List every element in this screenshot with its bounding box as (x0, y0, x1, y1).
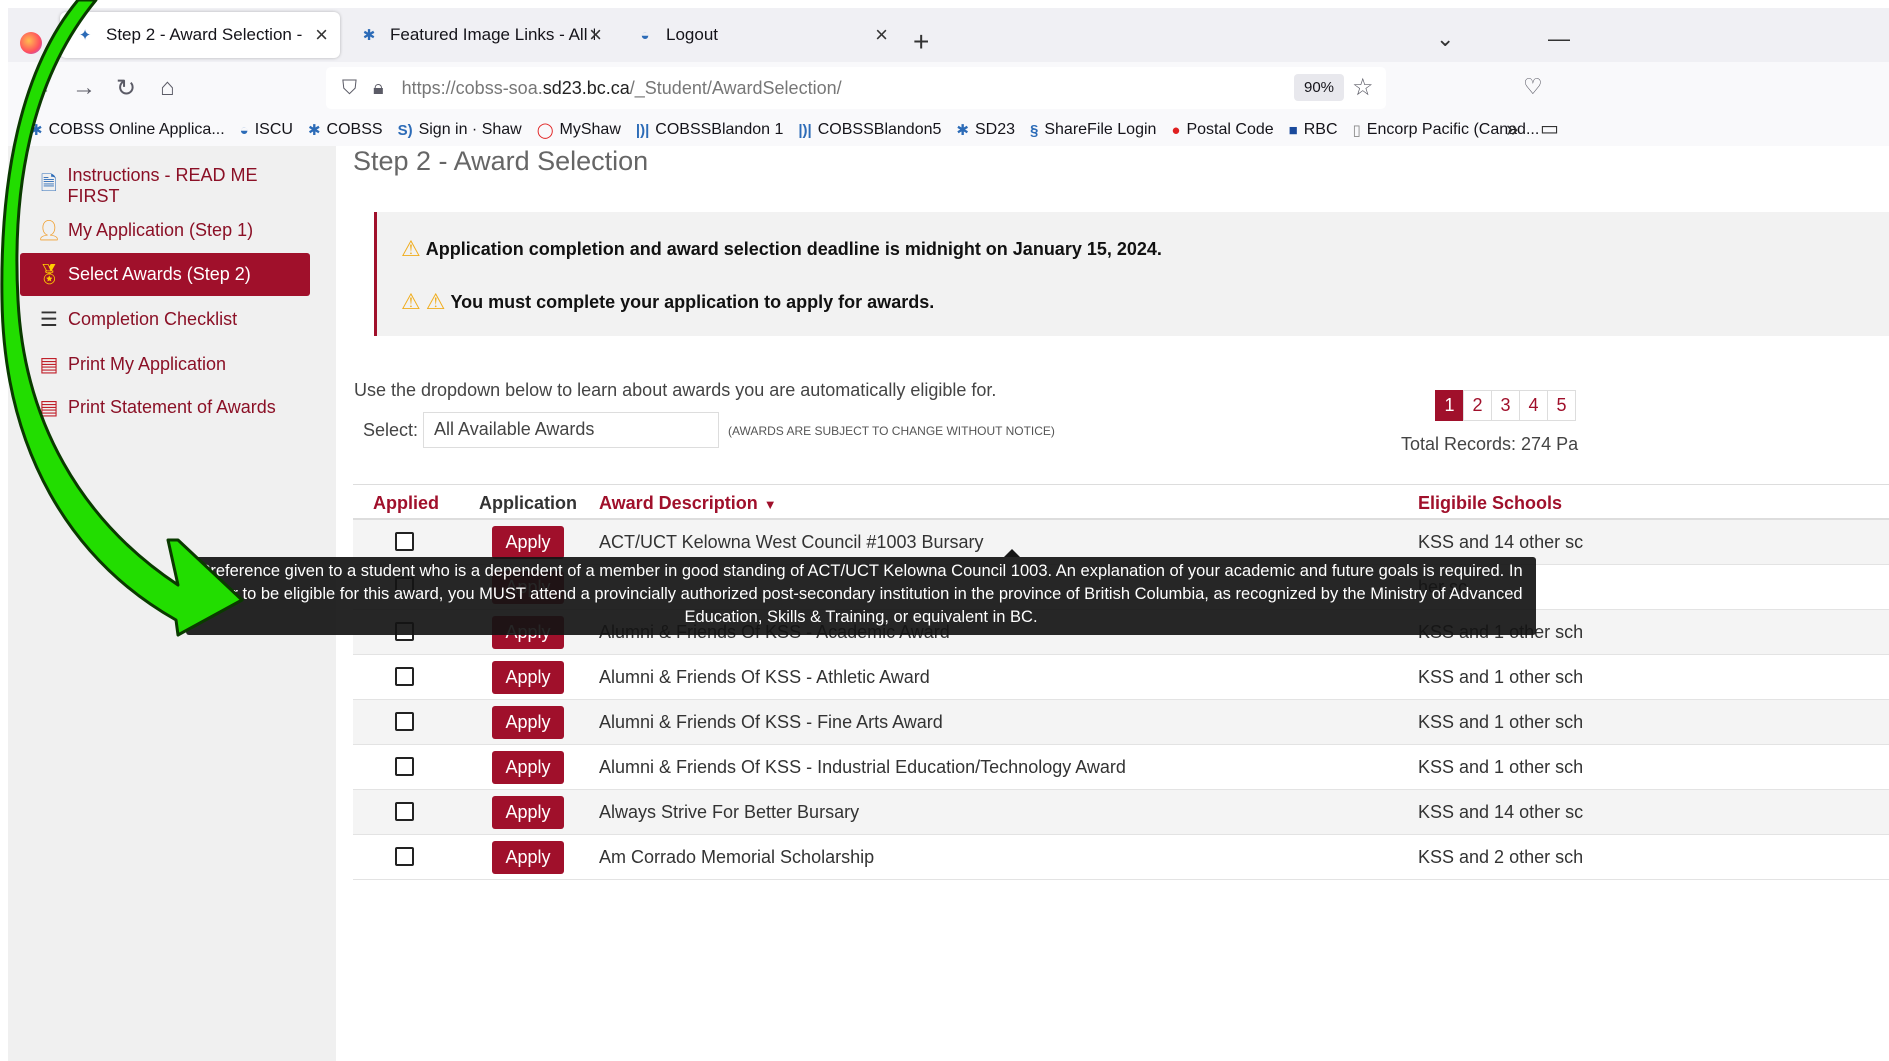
pocket-icon[interactable]: ♡ (1523, 74, 1543, 100)
close-icon[interactable]: × (875, 22, 888, 48)
zoom-level[interactable]: 90% (1294, 74, 1345, 101)
apply-button[interactable]: Apply (492, 706, 564, 739)
award-description[interactable]: Always Strive For Better Bursary (599, 802, 859, 823)
column-award-description[interactable]: Award Description ▼ (599, 493, 777, 514)
cobss-icon: |)| (798, 121, 812, 139)
encorp-icon: ▯ (1352, 122, 1361, 139)
myshaw-icon: ◯ (536, 122, 554, 139)
applied-checkbox[interactable] (395, 847, 414, 866)
page-2-button[interactable]: 2 (1463, 390, 1492, 421)
bookmark-sd23[interactable]: ✱ SD23 (956, 121, 1015, 139)
table-row: Apply Alumni & Friends Of KSS - Fine Arts… (353, 700, 1889, 745)
close-icon[interactable]: × (315, 22, 328, 48)
tab-featured-image-links[interactable]: ✱ Featured Image Links - All Item × (344, 12, 614, 58)
alert-complete-line: ⚠ ⚠ You must complete your application t… (401, 289, 934, 315)
award-description[interactable]: Am Corrado Memorial Scholarship (599, 847, 874, 868)
bookmark-sharefile[interactable]: § ShareFile Login (1030, 121, 1156, 139)
table-row: Apply Always Strive For Better Bursary KSS… (353, 790, 1889, 835)
total-records: Total Records: 274 Pa (1401, 434, 1579, 454)
bookmark-postal-code[interactable]: ● Postal Code (1171, 121, 1273, 139)
postal-icon: ● (1171, 121, 1181, 139)
sort-down-icon[interactable]: ▼ (764, 497, 777, 512)
folder-icon[interactable]: ▭ (1540, 116, 1559, 141)
new-tab-icon[interactable]: + (913, 26, 929, 58)
deadline-alert: ⚠ Application completion and award selec… (374, 212, 1889, 336)
warning-icon: ⚠ (401, 289, 421, 314)
column-applied[interactable]: Applied (373, 493, 439, 514)
award-description[interactable]: ACT/UCT Kelowna West Council #1003 Bursa… (599, 532, 984, 553)
select-label: Select: (363, 420, 419, 440)
page-1-button[interactable]: 1 (1435, 390, 1464, 421)
cobss-icon: ✱ (956, 122, 969, 139)
award-filter-select[interactable]: All Available Awards (423, 412, 719, 448)
eligible-schools: KSS and 1 other sch (1418, 757, 1584, 777)
url-text[interactable]: https://cobss-soa.sd23.bc.ca/_Student/Aw… (402, 78, 842, 99)
page-4-button[interactable]: 4 (1519, 390, 1548, 421)
apply-button[interactable]: Apply (492, 796, 564, 829)
applied-checkbox[interactable] (395, 802, 414, 821)
cobss-icon: |)| (635, 121, 650, 139)
alert-deadline-text: Application completion and award selecti… (425, 238, 1162, 259)
apply-button[interactable]: Apply (492, 841, 564, 874)
bookmark-star-icon[interactable]: ☆ (1352, 73, 1374, 102)
lock-icon[interactable]: 🔒︎ (373, 77, 384, 100)
close-icon[interactable]: × (589, 22, 602, 48)
rbc-icon: ■ (1288, 121, 1298, 139)
warning-icon: ⚠ (425, 289, 446, 314)
tab-title: Featured Image Links - All Item (390, 25, 595, 44)
url-bar[interactable]: ⛉ 🔒︎ https://cobss-soa.sd23.bc.ca/_Stude… (326, 67, 1386, 109)
minimize-icon[interactable]: — (1548, 26, 1570, 52)
bookmark-rbc[interactable]: ■ RBC (1289, 121, 1338, 139)
cobss-icon: ✱ (362, 27, 376, 44)
bookmark-cobssblandon1[interactable]: |)| COBSSBlandon 1 (636, 121, 783, 139)
column-eligible-schools[interactable]: Eligibile Schools (1418, 493, 1562, 514)
awards-table: Applied Application Award Description ▼ E… (353, 484, 1889, 880)
sharefile-icon: § (1030, 121, 1039, 139)
chevron-down-icon[interactable]: ⌄ (1436, 26, 1454, 52)
page-5-button[interactable]: 5 (1547, 390, 1576, 421)
logout-icon: ◒ (640, 26, 650, 44)
eligible-schools: KSS and 14 other sc (1418, 532, 1584, 552)
shield-icon[interactable]: ⛉ (342, 77, 357, 100)
shaw-icon: S) (397, 121, 413, 139)
tab-logout[interactable]: ◒ Logout × (620, 12, 900, 58)
bookmark-cobssblandon5[interactable]: |)| COBSSBlandon5 (798, 121, 941, 139)
alert-complete-text: You must complete your application to ap… (450, 291, 935, 312)
annotation-arrow-icon (0, 0, 244, 637)
table-row: Apply Am Corrado Memorial Scholarship KSS … (353, 835, 1889, 880)
bookmark-cobss[interactable]: ✱ COBSS (308, 121, 383, 139)
alert-deadline-line: ⚠ Application completion and award selec… (401, 236, 1162, 262)
applied-checkbox[interactable] (395, 667, 414, 686)
table-row: Apply Alumni & Friends Of KSS - Industria… (353, 745, 1889, 790)
award-tooltip: Preference given to a student who is a d… (186, 557, 1536, 635)
bookmark-sign-in-shaw[interactable]: S) Sign in · Shaw (398, 121, 522, 139)
bookmark-myshaw[interactable]: ◯ MyShaw (537, 121, 621, 139)
table-row: Apply Alumni & Friends Of KSS - Athletic … (353, 655, 1889, 700)
change-notice: (Awards are subject to change without no… (728, 424, 1055, 438)
cobss-icon: ✱ (307, 122, 321, 139)
award-description[interactable]: Alumni & Friends Of KSS - Industrial Edu… (599, 757, 1126, 778)
column-application[interactable]: Application (479, 493, 577, 514)
applied-checkbox[interactable] (395, 757, 414, 776)
award-description[interactable]: Alumni & Friends Of KSS - Athletic Award (599, 667, 930, 688)
applied-checkbox[interactable] (395, 712, 414, 731)
apply-button[interactable]: Apply (492, 661, 564, 694)
eligible-schools: KSS and 14 other sc (1418, 802, 1584, 822)
tooltip-caret (1004, 549, 1020, 557)
applied-checkbox[interactable] (395, 532, 414, 551)
award-description[interactable]: Alumni & Friends Of KSS - Fine Arts Awar… (599, 712, 943, 733)
page-3-button[interactable]: 3 (1491, 390, 1520, 421)
page-title: Step 2 - Award Selection (353, 146, 649, 176)
warning-icon: ⚠ (401, 236, 421, 261)
intro-text: Use the dropdown below to learn about aw… (354, 380, 997, 400)
chevron-double-right-icon[interactable]: » (1506, 116, 1518, 142)
eligible-schools: KSS and 1 other sch (1418, 667, 1584, 687)
pagination: 1 2 3 4 5 (1435, 390, 1576, 421)
apply-button[interactable]: Apply (492, 526, 564, 559)
tab-title: Logout (666, 25, 718, 44)
table-header: Applied Application Award Description ▼ E… (353, 484, 1889, 520)
eligible-schools: KSS and 1 other sch (1418, 712, 1584, 732)
eligible-schools: KSS and 2 other sch (1418, 847, 1584, 867)
apply-button[interactable]: Apply (492, 751, 564, 784)
